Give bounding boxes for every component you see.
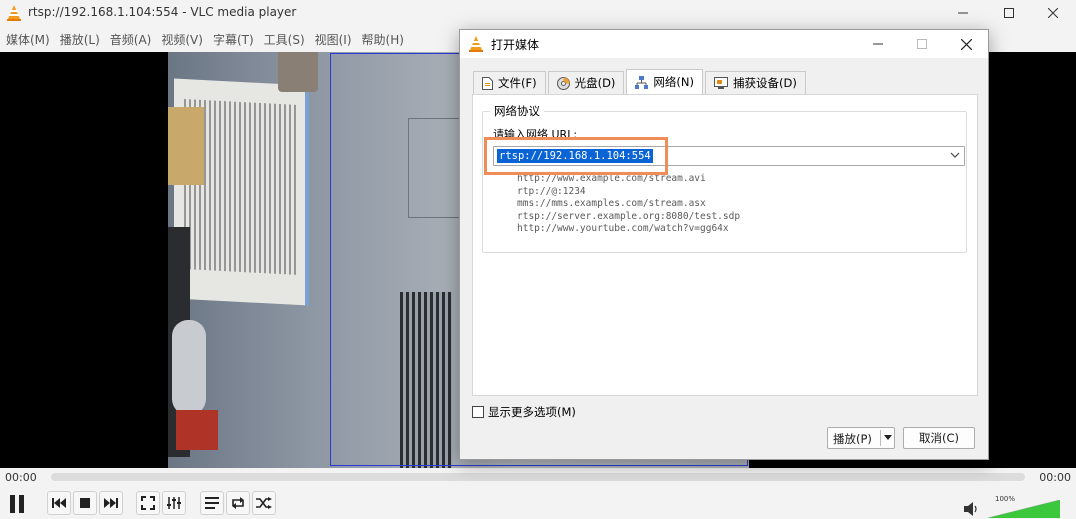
menu-media[interactable]: 媒体(M): [0, 29, 55, 51]
network-icon: [635, 75, 649, 89]
maximize-icon: [1004, 8, 1014, 18]
speaker-icon[interactable]: [964, 502, 980, 516]
fullscreen-icon: [141, 496, 155, 510]
url-examples: http://www.example.com/stream.avi rtp://…: [517, 173, 740, 236]
dialog-title: 打开媒体: [491, 38, 540, 52]
fullscreen-button[interactable]: [136, 491, 160, 515]
dialog-maximize-button[interactable]: [900, 30, 944, 58]
example-url: rtsp://server.example.org:8080/test.sdp: [517, 210, 741, 222]
shuffle-button[interactable]: [252, 491, 276, 515]
dialog-title-bar: 打开媒体: [460, 30, 988, 58]
tab-network[interactable]: 网络(N): [626, 69, 703, 94]
control-bar: 100%: [0, 489, 1076, 519]
menu-audio[interactable]: 音频(A): [105, 29, 157, 51]
dialog-tabs: 文件(F) 光盘(D) 网络(N) 捕获设备(D): [473, 69, 808, 95]
capture-device-icon: [714, 77, 728, 89]
menu-help[interactable]: 帮助(H): [357, 29, 409, 51]
menu-bar: 媒体(M) 播放(L) 音频(A) 视频(V) 字幕(T) 工具(S) 视图(I…: [0, 29, 409, 51]
chevron-down-icon[interactable]: [950, 150, 960, 160]
dialog-close-button[interactable]: [944, 30, 988, 58]
network-protocol-group: 网络协议 请输入网络 URL: rtsp://192.168.1.104:554…: [482, 103, 967, 253]
next-button[interactable]: [99, 491, 123, 515]
loop-icon: [232, 497, 244, 509]
menu-subtitle[interactable]: 字幕(T): [208, 29, 259, 51]
elapsed-time: 00:00: [5, 471, 37, 484]
more-options-label: 显示更多选项(M): [488, 405, 576, 419]
pause-button[interactable]: [4, 491, 30, 517]
example-url: rtp://@:1234: [517, 185, 586, 197]
maximize-button[interactable]: [986, 0, 1032, 26]
dropdown-arrow-icon[interactable]: [884, 435, 892, 441]
more-options-checkbox[interactable]: 显示更多选项(M): [472, 404, 576, 420]
stop-button[interactable]: [73, 491, 97, 515]
cancel-button[interactable]: 取消(C): [903, 427, 975, 449]
tab-capture-device[interactable]: 捕获设备(D): [705, 71, 806, 94]
file-icon: [482, 76, 493, 90]
seek-slider[interactable]: [51, 473, 1025, 481]
stop-icon: [80, 498, 90, 508]
example-url: mms://mms.examples.com/stream.asx: [517, 198, 706, 210]
close-button[interactable]: [1030, 0, 1076, 26]
playlist-button[interactable]: [200, 491, 224, 515]
url-combobox[interactable]: rtsp://192.168.1.104:554: [493, 146, 965, 166]
seek-row: 00:00 00:00: [0, 468, 1076, 488]
minimize-button[interactable]: [940, 0, 986, 26]
minimize-icon: [958, 12, 968, 14]
skip-next-icon: [104, 498, 118, 508]
maximize-icon: [917, 39, 927, 49]
menu-playback[interactable]: 播放(L): [55, 29, 105, 51]
title-bar: rtsp://192.168.1.104:554 - VLC media pla…: [0, 0, 1076, 26]
dialog-minimize-button[interactable]: [856, 30, 900, 58]
tab-disc[interactable]: 光盘(D): [547, 71, 625, 94]
tab-file[interactable]: 文件(F): [473, 71, 546, 94]
menu-video[interactable]: 视频(V): [156, 29, 208, 51]
vlc-cone-icon: [469, 36, 483, 52]
menu-tools[interactable]: 工具(S): [259, 29, 310, 51]
remaining-time: 00:00: [1039, 471, 1071, 484]
play-button[interactable]: 播放(P): [827, 427, 895, 449]
equalizer-icon: [167, 497, 181, 509]
example-url: http://www.example.com/stream.avi: [517, 173, 706, 184]
shuffle-icon: [256, 497, 272, 509]
vlc-cone-icon: [7, 5, 21, 21]
minimize-icon: [873, 43, 883, 45]
network-tab-panel: 网络协议 请输入网络 URL: rtsp://192.168.1.104:554…: [472, 94, 978, 396]
previous-button[interactable]: [47, 491, 71, 515]
checkbox-box[interactable]: [472, 406, 484, 418]
skip-previous-icon: [52, 498, 66, 508]
close-icon: [960, 38, 972, 50]
playlist-icon: [205, 497, 219, 509]
example-url: http://www.yourtube.com/watch?v=gg64x: [517, 223, 729, 235]
close-icon: [1048, 8, 1058, 18]
window-title: rtsp://192.168.1.104:554 - VLC media pla…: [28, 5, 297, 19]
open-media-dialog: 打开媒体 文件(F) 光盘(D) 网络(N) 捕获设备(D) 网络协议 请输入网…: [459, 29, 989, 460]
volume-slider[interactable]: [988, 500, 1060, 518]
pause-icon: [10, 495, 24, 513]
menu-view[interactable]: 视图(I): [310, 29, 357, 51]
url-input-value[interactable]: rtsp://192.168.1.104:554: [497, 149, 653, 163]
extended-settings-button[interactable]: [162, 491, 186, 515]
loop-button[interactable]: [226, 491, 250, 515]
url-label: 请输入网络 URL:: [493, 128, 578, 141]
disc-icon: [556, 76, 570, 90]
group-title: 网络协议: [490, 103, 544, 119]
